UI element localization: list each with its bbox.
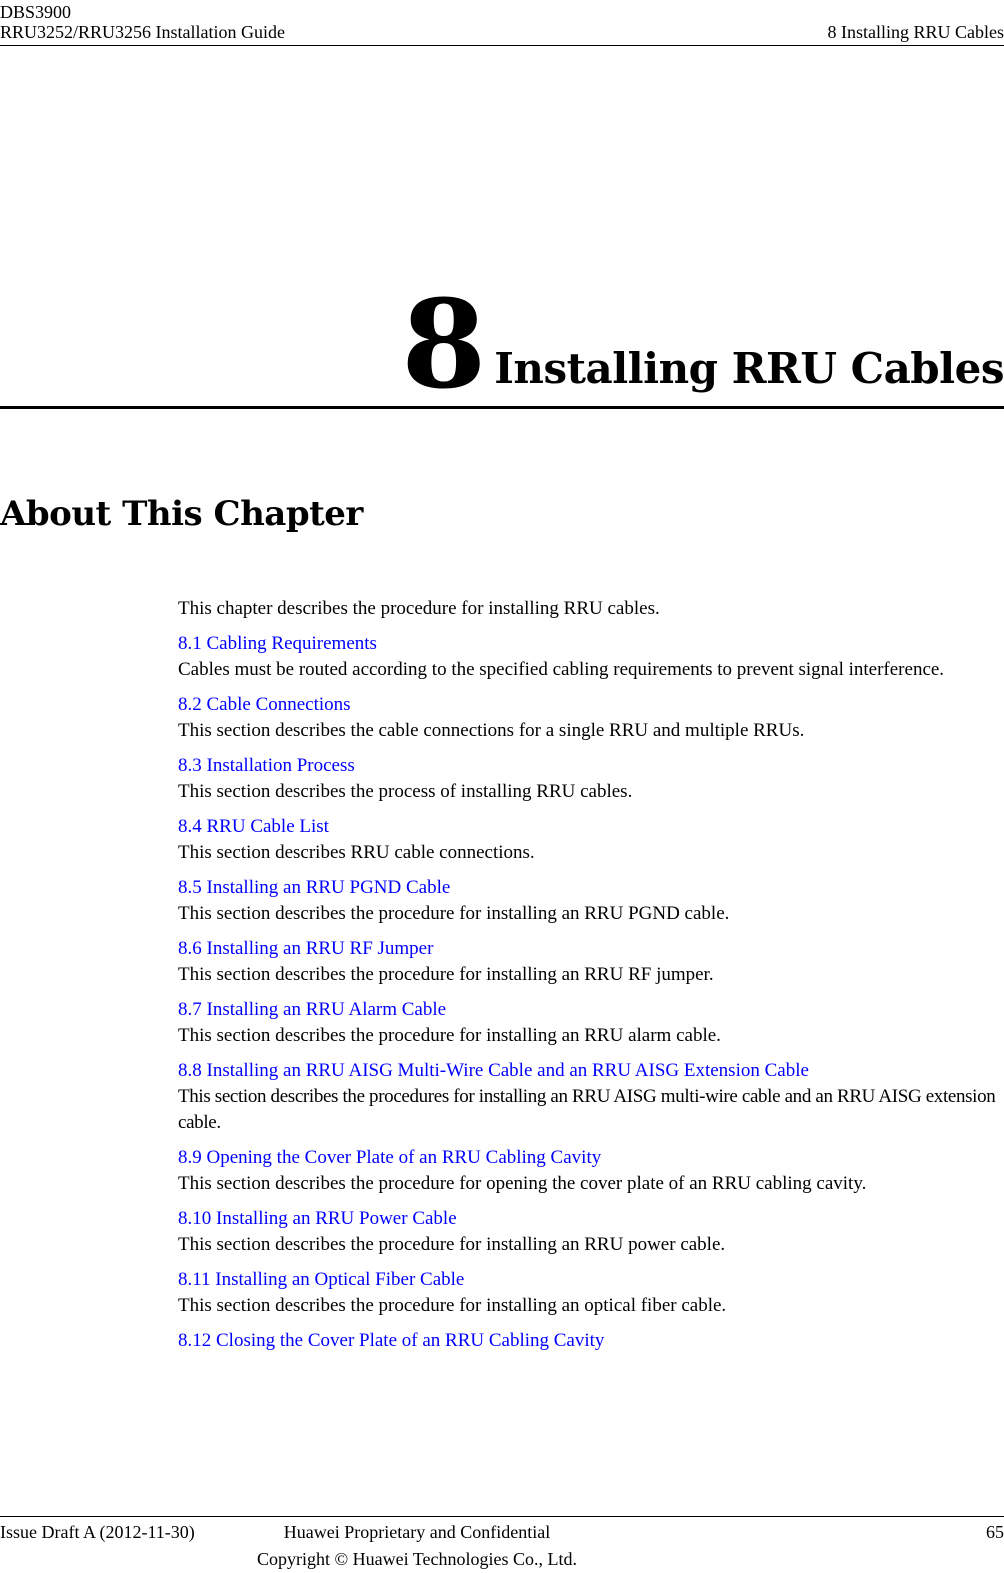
toc-entry: 8.11 Installing an Optical Fiber CableTh… bbox=[178, 1267, 1004, 1319]
toc-link[interactable]: 8.11 Installing an Optical Fiber Cable bbox=[178, 1267, 1004, 1293]
toc-link[interactable]: 8.9 Opening the Cover Plate of an RRU Ca… bbox=[178, 1145, 1004, 1171]
chapter-contents: This chapter describes the procedure for… bbox=[178, 596, 1004, 1363]
toc-link[interactable]: 8.5 Installing an RRU PGND Cable bbox=[178, 875, 1004, 901]
toc-link[interactable]: 8.8 Installing an RRU AISG Multi-Wire Ca… bbox=[178, 1058, 1004, 1084]
toc-desc: Cables must be routed according to the s… bbox=[178, 657, 1004, 683]
toc-desc: This section describes the process of in… bbox=[178, 779, 1004, 805]
toc-desc: This section describes the procedure for… bbox=[178, 1023, 1004, 1049]
toc-link[interactable]: 8.2 Cable Connections bbox=[178, 692, 1004, 718]
toc-desc: This section describes the procedure for… bbox=[178, 901, 1004, 927]
about-heading: About This Chapter bbox=[0, 492, 363, 536]
toc-link[interactable]: 8.12 Closing the Cover Plate of an RRU C… bbox=[178, 1328, 1004, 1354]
toc-desc: This section describes the cable connect… bbox=[178, 718, 1004, 744]
toc-desc: This section describes the procedures fo… bbox=[178, 1084, 1004, 1136]
chapter-title-block: 8 Installing RRU Cables bbox=[401, 270, 1004, 400]
toc-entry: 8.7 Installing an RRU Alarm CableThis se… bbox=[178, 997, 1004, 1049]
toc-link[interactable]: 8.1 Cabling Requirements bbox=[178, 631, 1004, 657]
chapter-rule bbox=[0, 406, 1004, 409]
toc-link[interactable]: 8.7 Installing an RRU Alarm Cable bbox=[178, 997, 1004, 1023]
footer-center: Huawei Proprietary and Confidential Copy… bbox=[0, 1519, 834, 1573]
chapter-title: Installing RRU Cables bbox=[494, 344, 1004, 394]
toc-entry: 8.1 Cabling RequirementsCables must be r… bbox=[178, 631, 1004, 683]
intro-text: This chapter describes the procedure for… bbox=[178, 596, 1004, 622]
header-product: DBS3900 bbox=[0, 2, 71, 22]
toc-desc: This section describes the procedure for… bbox=[178, 1293, 1004, 1319]
toc-desc: This section describes the procedure for… bbox=[178, 962, 1004, 988]
toc-desc: This section describes RRU cable connect… bbox=[178, 840, 1004, 866]
page-header: DBS3900 RRU3252/RRU3256 Installation Gui… bbox=[0, 0, 1004, 46]
page-number: 65 bbox=[986, 1519, 1004, 1546]
toc-entry: 8.2 Cable ConnectionsThis section descri… bbox=[178, 692, 1004, 744]
toc-desc: This section describes the procedure for… bbox=[178, 1171, 1004, 1197]
toc-entry: 8.10 Installing an RRU Power CableThis s… bbox=[178, 1206, 1004, 1258]
toc-link[interactable]: 8.3 Installation Process bbox=[178, 753, 1004, 779]
toc-entry: 8.12 Closing the Cover Plate of an RRU C… bbox=[178, 1328, 1004, 1354]
chapter-number: 8 bbox=[401, 288, 486, 400]
footer-proprietary: Huawei Proprietary and Confidential bbox=[0, 1519, 834, 1546]
footer-copyright: Copyright © Huawei Technologies Co., Ltd… bbox=[0, 1546, 834, 1573]
header-guide-title: RRU3252/RRU3256 Installation Guide bbox=[0, 22, 285, 42]
toc-link[interactable]: 8.4 RRU Cable List bbox=[178, 814, 1004, 840]
toc-entry: 8.6 Installing an RRU RF JumperThis sect… bbox=[178, 936, 1004, 988]
toc-entry: 8.8 Installing an RRU AISG Multi-Wire Ca… bbox=[178, 1058, 1004, 1136]
toc-entry: 8.4 RRU Cable ListThis section describes… bbox=[178, 814, 1004, 866]
toc-link[interactable]: 8.6 Installing an RRU RF Jumper bbox=[178, 936, 1004, 962]
toc-entry: 8.9 Opening the Cover Plate of an RRU Ca… bbox=[178, 1145, 1004, 1197]
page-footer: Issue Draft A (2012-11-30) Huawei Propri… bbox=[0, 1516, 1004, 1517]
toc-entry: 8.5 Installing an RRU PGND CableThis sec… bbox=[178, 875, 1004, 927]
toc-link[interactable]: 8.10 Installing an RRU Power Cable bbox=[178, 1206, 1004, 1232]
toc-desc: This section describes the procedure for… bbox=[178, 1232, 1004, 1258]
toc-entry: 8.3 Installation ProcessThis section des… bbox=[178, 753, 1004, 805]
header-chapter-ref: 8 Installing RRU Cables bbox=[828, 22, 1004, 42]
